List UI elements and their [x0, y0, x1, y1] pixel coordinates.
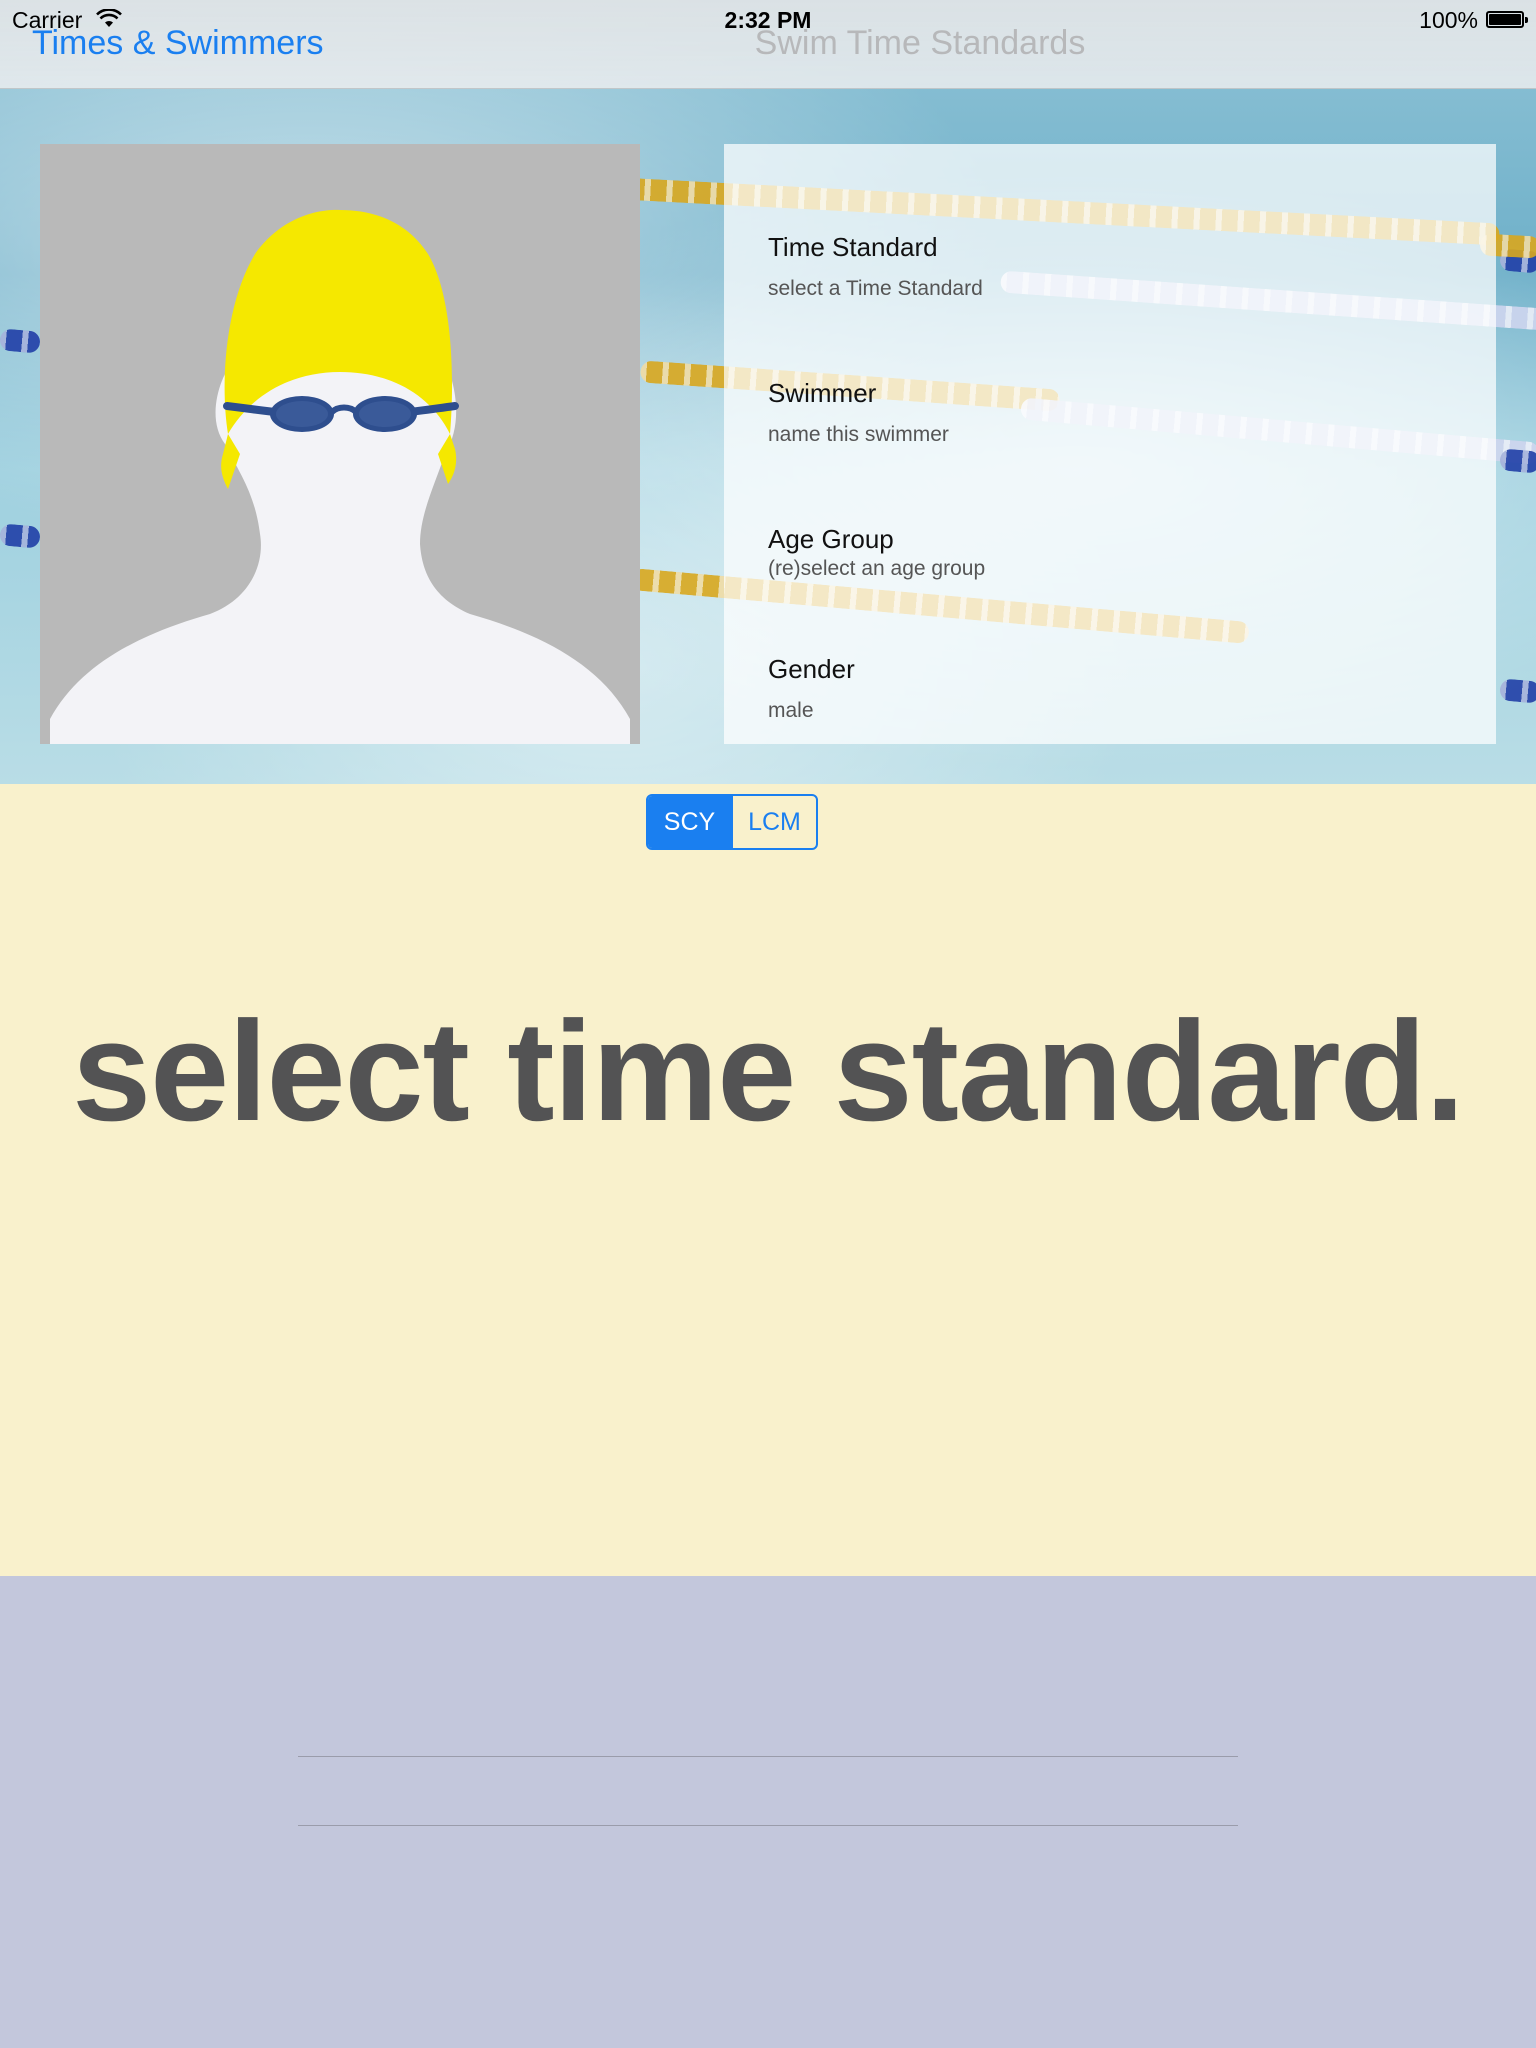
status-bar: Carrier 2:32 PM 100%	[0, 0, 1536, 40]
picker-divider-bottom	[298, 1825, 1238, 1826]
gender-value[interactable]: male	[768, 699, 855, 723]
age-group-value[interactable]: (re)select an age group	[768, 557, 985, 581]
battery-percentage: 100%	[1419, 7, 1478, 33]
age-group-field[interactable]: Age Group (re)select an age group	[768, 524, 985, 581]
segment-scy[interactable]: SCY	[648, 796, 731, 848]
gender-field[interactable]: Gender male	[768, 654, 855, 723]
age-group-label: Age Group	[768, 524, 894, 554]
time-standard-value[interactable]: select a Time Standard	[768, 277, 983, 301]
swimmer-avatar-icon	[50, 209, 630, 744]
picker-divider-top	[298, 1756, 1238, 1757]
time-standard-label: Time Standard	[768, 232, 938, 262]
segment-lcm[interactable]: LCM	[731, 796, 816, 848]
battery-icon	[1486, 11, 1528, 28]
time-standard-prompt: select time standard.	[72, 992, 1465, 1151]
swimmer-field[interactable]: Swimmer name this swimmer	[768, 378, 949, 447]
swimmer-name-value[interactable]: name this swimmer	[768, 423, 949, 447]
swimmer-label: Swimmer	[768, 378, 877, 408]
results-area	[0, 784, 1536, 1576]
gender-label: Gender	[768, 654, 855, 684]
time-standard-field[interactable]: Time Standard select a Time Standard	[768, 232, 983, 301]
swimmer-details-panel: Time Standard select a Time Standard Swi…	[724, 144, 1496, 744]
status-time: 2:32 PM	[724, 7, 812, 33]
picker-area[interactable]	[0, 1576, 1536, 2048]
swimmer-avatar[interactable]	[40, 144, 640, 744]
course-segmented-control[interactable]: SCY LCM	[646, 794, 818, 850]
